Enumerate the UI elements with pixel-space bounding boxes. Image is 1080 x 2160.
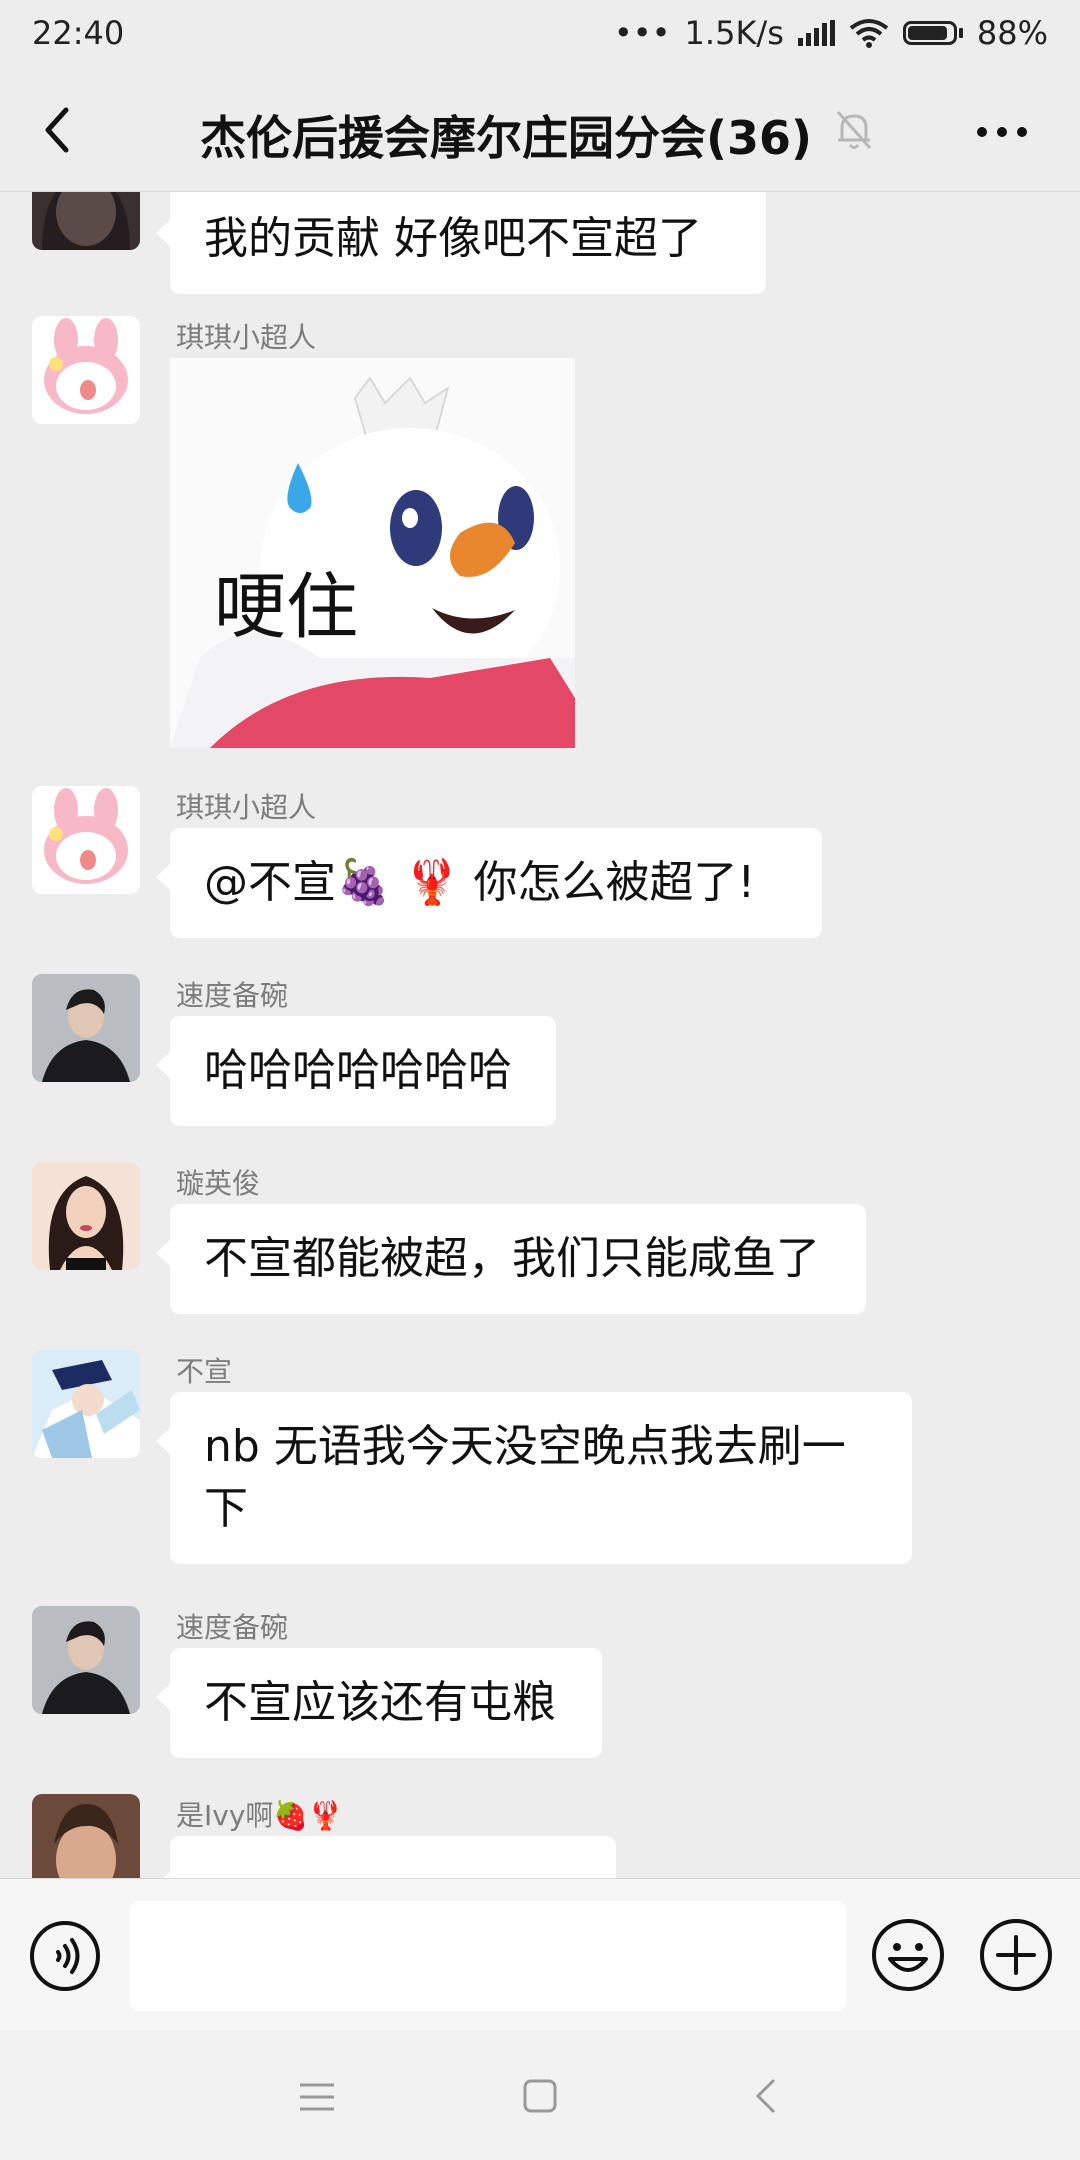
sender-name: 琪琪小超人: [176, 321, 317, 354]
sticker-caption: 哽住: [214, 565, 359, 649]
more-dots-icon[interactable]: [972, 112, 1032, 152]
sender-name: 速度备碗: [176, 979, 289, 1012]
plus-icon[interactable]: [978, 1917, 1054, 1993]
avatar[interactable]: [32, 1162, 140, 1270]
dots-icon: •••: [613, 14, 671, 52]
message-bubble[interactable]: 不宣应该还有屯粮: [156, 1648, 602, 1758]
message-bubble[interactable]: @不宣🍇 🦞 你怎么被超了!: [156, 828, 822, 938]
signal-icon: [797, 20, 835, 46]
wifi-icon: [849, 19, 889, 48]
battery-percent: 88%: [976, 14, 1048, 52]
emoji-icon[interactable]: [870, 1917, 946, 1993]
message-bubble[interactable]: 我的贡献 好像吧不宣超了: [156, 192, 766, 294]
sender-name: 是Ivy啊🍓🦞: [176, 1799, 344, 1832]
back-arrow-icon[interactable]: [30, 100, 90, 160]
avatar[interactable]: [32, 786, 140, 894]
avatar[interactable]: [32, 1606, 140, 1714]
avatar[interactable]: [32, 1350, 140, 1458]
status-right: ••• 1.5K/s 88%: [614, 14, 1048, 52]
status-time: 22:40: [32, 14, 125, 52]
chat-message-list[interactable]: 我的贡献 好像吧不宣超了 琪琪小超人 哽住 琪琪小超人 @不宣🍇 🦞 你怎么被超…: [0, 192, 1080, 1878]
chat-header: 杰伦后援会摩尔庄园分会(36): [0, 66, 1080, 192]
chat-title: 杰伦后援会摩尔庄园分会(36): [200, 111, 813, 165]
network-speed: 1.5K/s: [684, 14, 784, 52]
avatar[interactable]: [32, 1794, 140, 1878]
back-chevron-icon[interactable]: [752, 2076, 778, 2116]
menu-icon[interactable]: [298, 2082, 336, 2112]
system-nav-bar: [0, 2030, 1080, 2160]
mute-bell-icon: [836, 111, 872, 149]
battery-icon: [902, 21, 963, 45]
voice-icon[interactable]: [28, 1919, 102, 1993]
message-bubble[interactable]: 哈哈哈哈哈哈哈: [156, 1016, 556, 1126]
avatar[interactable]: [32, 316, 140, 424]
message-bubble[interactable]: [156, 1836, 616, 1878]
status-bar: 22:40 ••• 1.5K/s 88%: [0, 0, 1080, 66]
avatar[interactable]: [32, 974, 140, 1082]
message-bubble[interactable]: 不宣都能被超，我们只能咸鱼了: [156, 1204, 866, 1314]
sticker-image[interactable]: 哽住: [170, 358, 575, 748]
chat-input-bar: [0, 1878, 1080, 2030]
avatar[interactable]: [32, 192, 140, 250]
home-square-icon[interactable]: [522, 2078, 558, 2114]
message-input[interactable]: [130, 1901, 846, 2011]
sender-name: 不宣: [176, 1355, 233, 1388]
sender-name: 璇英俊: [176, 1167, 261, 1200]
sender-name: 速度备碗: [176, 1611, 289, 1644]
message-bubble[interactable]: nb 无语我今天没空晚点我去刷一下: [156, 1392, 912, 1564]
sender-name: 琪琪小超人: [176, 791, 317, 824]
